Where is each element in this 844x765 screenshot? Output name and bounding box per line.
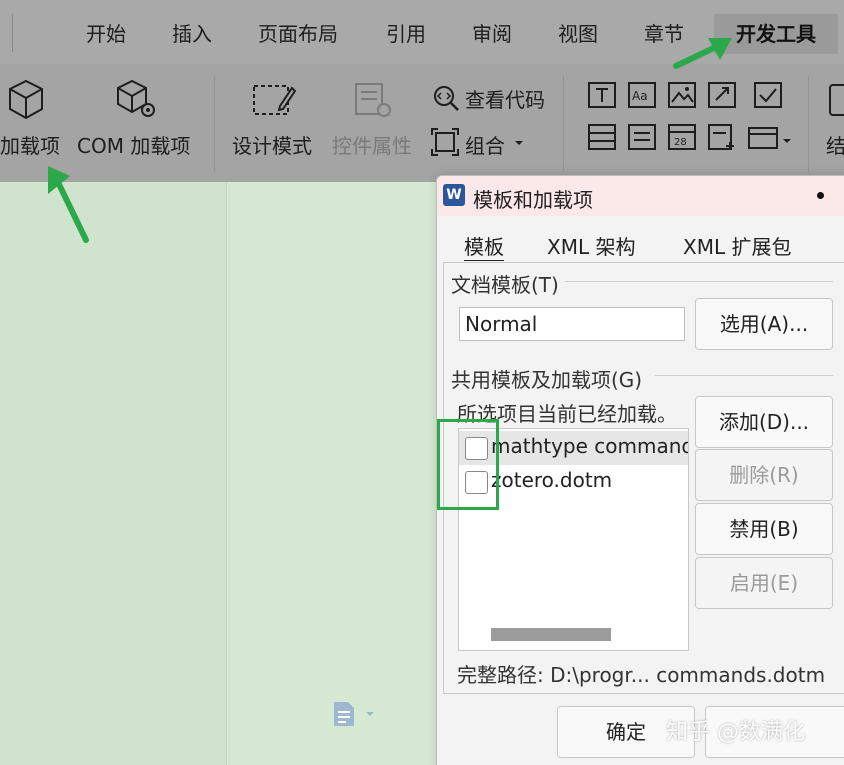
building-block-icon[interactable] [708, 82, 736, 108]
cube-icon[interactable] [6, 78, 46, 122]
close-icon[interactable] [817, 192, 824, 199]
document-page[interactable] [226, 182, 446, 765]
list-item-label: mathtype commands.dotm [491, 434, 688, 458]
text-control-icon[interactable] [588, 82, 616, 108]
tab-xml-expansion[interactable]: XML 扩展包 [683, 231, 791, 260]
addins-button[interactable]: 加载项 [0, 130, 60, 159]
combo-box-icon[interactable] [588, 124, 616, 150]
view-code-button[interactable]: 查看代码 [465, 84, 545, 113]
arrow-icon [673, 38, 732, 69]
menu-separator [12, 14, 13, 52]
dropdown-list-icon[interactable] [628, 124, 656, 150]
search-code-icon[interactable] [432, 84, 460, 112]
enable-button: 启用(E) [695, 557, 833, 609]
full-path-text: 完整路径: D:\progr... commands.dotm [457, 663, 826, 687]
control-properties-button: 控件属性 [332, 134, 412, 158]
tab-templates[interactable]: 模板 [464, 231, 504, 261]
attach-button[interactable]: 选用(A)... [695, 298, 833, 350]
tab-view[interactable]: 视图 [558, 18, 598, 47]
arrow-icon [48, 166, 89, 243]
tab-references[interactable]: 引用 [386, 18, 426, 47]
picture-control-icon[interactable] [668, 82, 696, 108]
tab-home[interactable]: 开始 [86, 18, 126, 47]
group-divider [655, 375, 833, 376]
watermark: 知乎 @数满化 [666, 720, 805, 745]
tab-xml-schema[interactable]: XML 架构 [547, 231, 635, 260]
repeating-section-icon[interactable] [708, 124, 738, 152]
tab-page-layout[interactable]: 页面布局 [258, 18, 338, 47]
delete-button: 删除(R) [695, 449, 833, 501]
design-mode-icon[interactable] [252, 82, 296, 118]
horizontal-scrollbar[interactable] [491, 628, 611, 641]
structure-icon[interactable] [826, 84, 844, 118]
group-divider [565, 281, 833, 282]
ribbon-separator [214, 76, 215, 172]
document-margin [0, 182, 226, 765]
cube-gear-icon[interactable] [114, 78, 160, 122]
com-addins-button[interactable]: COM 加载项 [77, 130, 190, 159]
ribbon-separator [808, 76, 809, 172]
document-status-icon[interactable] [332, 700, 376, 728]
dialog-title: 模板和加载项 [473, 188, 593, 212]
disable-button[interactable]: 禁用(B) [695, 503, 833, 555]
chevron-down-icon[interactable] [782, 138, 792, 144]
group-icon[interactable] [430, 127, 460, 157]
design-mode-button[interactable]: 设计模式 [232, 130, 312, 159]
tab-review[interactable]: 审阅 [472, 18, 512, 47]
rich-text-control-icon[interactable]: Aa [628, 82, 656, 108]
checkbox-control-icon[interactable] [754, 82, 782, 108]
chevron-down-icon[interactable] [514, 140, 524, 146]
legacy-tools-icon[interactable] [748, 124, 778, 150]
document-template-label: 文档模板(T) [451, 273, 559, 297]
shared-templates-label: 共用模板及加载项(G) [451, 368, 643, 392]
document-template-field[interactable]: Normal [459, 307, 685, 341]
ribbon: 加载项 COM 加载项 设计模式 控件属性 查看代码 组合 Aa 28 结 [0, 64, 844, 182]
highlight-box [437, 419, 499, 510]
wps-app-icon: W [443, 184, 465, 206]
dialog-titlebar[interactable]: W 模板和加载项 [437, 176, 844, 216]
list-item-label: zotero.dotm [491, 468, 613, 492]
svg-text:Aa: Aa [632, 89, 648, 103]
svg-text:28: 28 [674, 137, 687, 148]
date-picker-icon[interactable]: 28 [668, 124, 696, 150]
structure-button[interactable]: 结 [826, 130, 844, 159]
add-button[interactable]: 添加(D)... [695, 396, 833, 448]
ribbon-separator [563, 76, 564, 172]
tab-insert[interactable]: 插入 [172, 18, 212, 47]
control-properties-icon [355, 83, 391, 117]
group-button[interactable]: 组合 [465, 130, 505, 159]
